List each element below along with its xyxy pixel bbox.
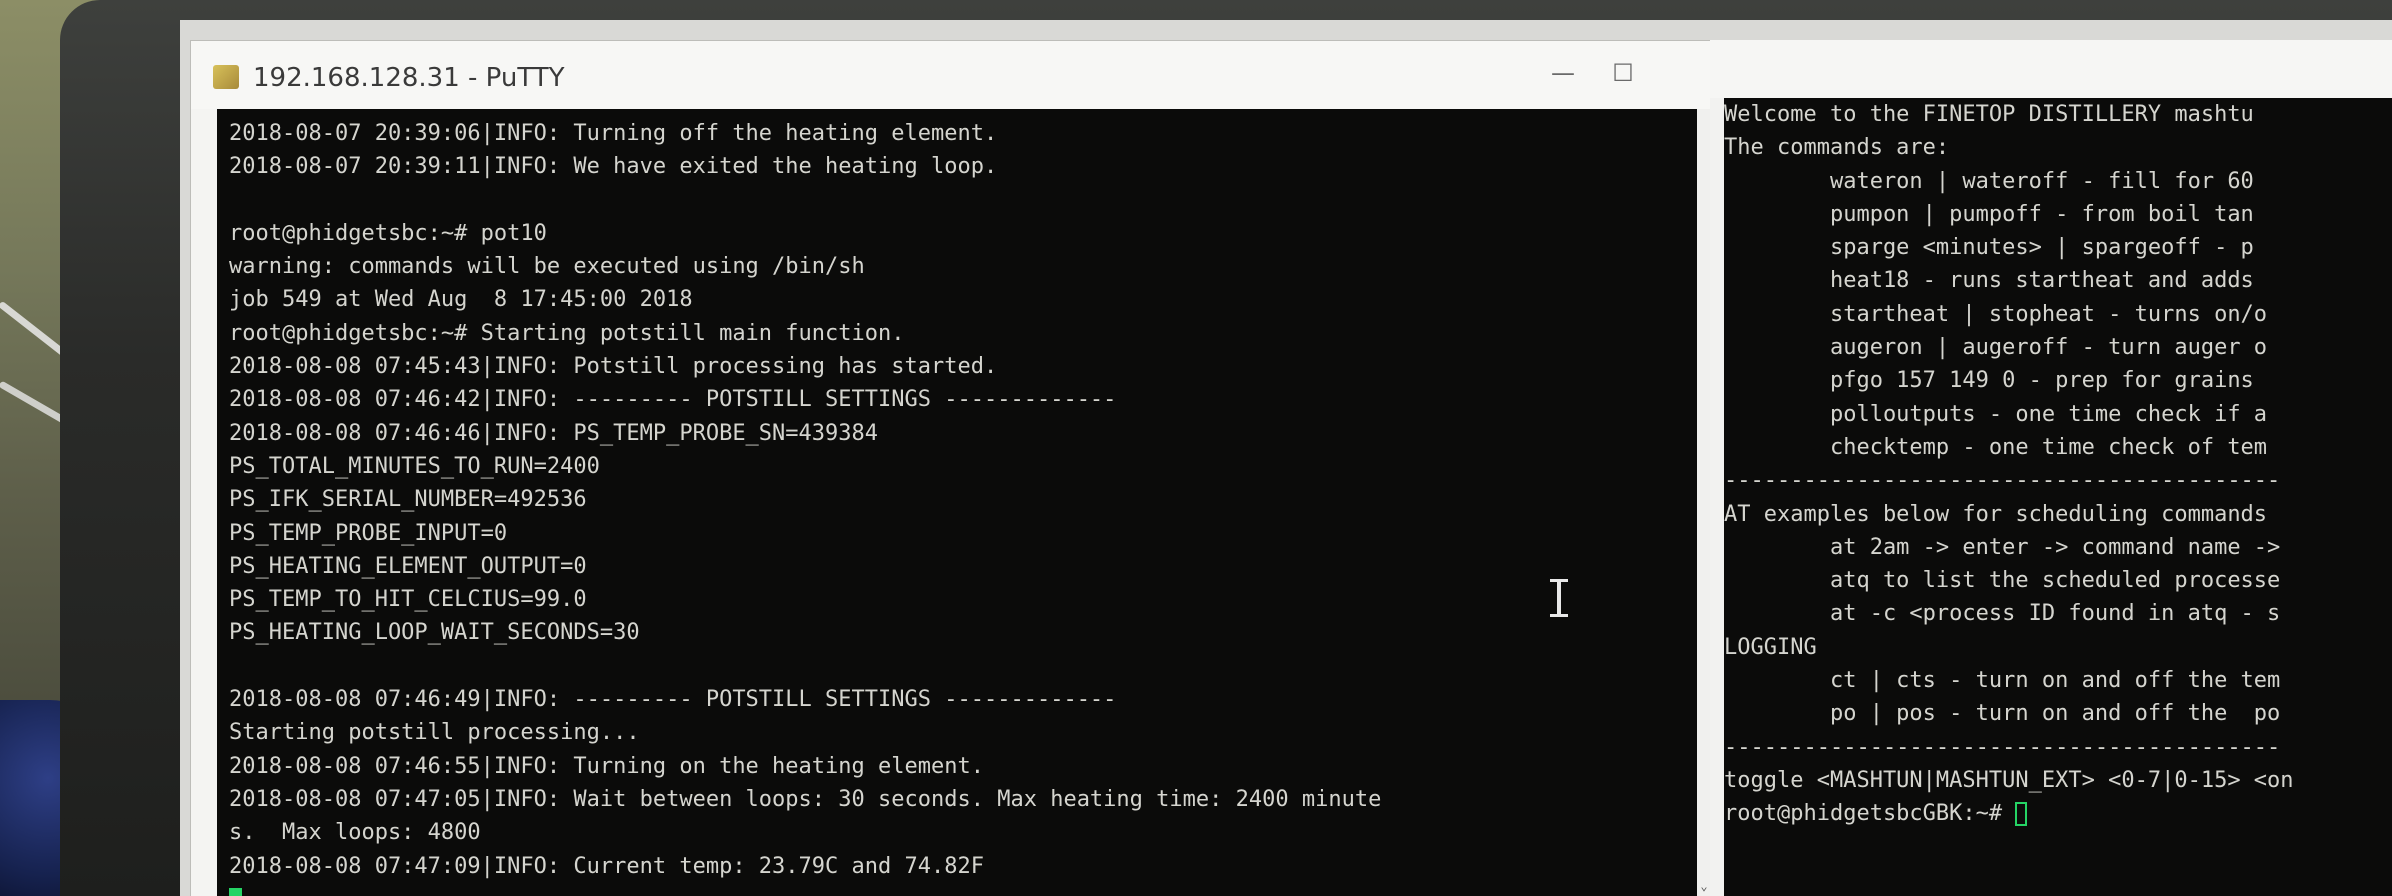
terminal-line-text: at -c <process ID found in atq - s: [1724, 601, 2281, 627]
terminal-line: Starting potstill processing...: [229, 720, 640, 746]
terminal-line-text: pfgo 157 149 0 - prep for grains: [1724, 368, 2254, 394]
terminal-line: 2018-08-07 20:39:06|INFO: Turning off th…: [229, 121, 998, 146]
terminal-line: polloutputs - one time check if a: [1724, 398, 2294, 431]
terminal-line: at 2am -> enter -> command name ->: [1724, 531, 2294, 564]
second-terminal-window[interactable]: Welcome to the FINETOP DISTILLERY mashtu…: [1710, 40, 2392, 896]
terminal-line: ct | cts - turn on and off the tem: [1724, 664, 2294, 697]
terminal-line-text: startheat | stopheat - turns on/o: [1724, 301, 2268, 327]
putty-window[interactable]: 192.168.128.31 - PuTTY — ☐ 2018-08-07 20…: [190, 40, 1712, 896]
terminal-line: checktemp - one time check of tem: [1724, 431, 2294, 464]
terminal-line: root@phidgetsbcGBK:~#: [1724, 797, 2294, 830]
title-bar[interactable]: [1710, 40, 2392, 98]
title-bar[interactable]: 192.168.128.31 - PuTTY — ☐: [191, 41, 1711, 109]
minimize-button[interactable]: —: [1541, 55, 1585, 91]
terminal-line: 2018-08-08 07:46:46|INFO: PS_TEMP_PROBE_…: [229, 420, 879, 446]
terminal-line: sparge <minutes> | spargeoff - p: [1724, 231, 2294, 264]
terminal-line: PS_TOTAL_MINUTES_TO_RUN=2400: [229, 453, 600, 479]
terminal-line: The commands are:: [1724, 131, 2294, 164]
terminal-line: job 549 at Wed Aug 8 17:45:00 2018: [229, 287, 693, 313]
terminal-line: pumpon | pumpoff - from boil tan: [1724, 198, 2294, 231]
terminal-line-text: LOGGING: [1724, 634, 1817, 660]
terminal-cursor: [229, 887, 242, 896]
terminal-output[interactable]: 2018-08-07 20:39:06|INFO: Turning off th…: [217, 109, 1697, 896]
window-title: 192.168.128.31 - PuTTY: [253, 63, 565, 93]
scroll-down-icon[interactable]: ⌄: [1697, 877, 1711, 895]
terminal-line: po | pos - turn on and off the po: [1724, 697, 2294, 730]
terminal-line: heat18 - runs startheat and adds: [1724, 264, 2294, 297]
terminal-line-text: ct | cts - turn on and off the tem: [1724, 668, 2281, 694]
terminal-line: PS_HEATING_ELEMENT_OUTPUT=0: [229, 553, 587, 579]
vertical-scrollbar[interactable]: ⌄: [1697, 109, 1711, 896]
terminal-line: 2018-08-08 07:46:55|INFO: Turning on the…: [229, 753, 984, 779]
terminal-line: augeron | augeroff - turn auger o: [1724, 331, 2294, 364]
terminal-line: toggle <MASHTUN|MASHTUN_EXT> <0-7|0-15> …: [1724, 764, 2294, 797]
terminal-line: 2018-08-08 07:45:43|INFO: Potstill proce…: [229, 354, 998, 380]
terminal-line: PS_IFK_SERIAL_NUMBER=492536: [229, 487, 587, 513]
terminal-line-text: root@phidgetsbcGBK:~#: [1724, 801, 2016, 827]
terminal-line: Welcome to the FINETOP DISTILLERY mashtu: [1724, 98, 2294, 131]
terminal-line-text: ----------------------------------------…: [1724, 468, 2281, 494]
terminal-line: ----------------------------------------…: [1724, 464, 2294, 497]
terminal-line: PS_HEATING_LOOP_WAIT_SECONDS=30: [229, 620, 640, 646]
terminal-lines: Welcome to the FINETOP DISTILLERY mashtu…: [1724, 98, 2294, 831]
terminal-line-text: heat18 - runs startheat and adds: [1724, 268, 2254, 294]
terminal-line: root@phidgetsbc:~# pot10: [229, 220, 547, 246]
putty-app-icon: [213, 65, 239, 89]
terminal-line: pfgo 157 149 0 - prep for grains: [1724, 364, 2294, 397]
terminal-line: at -c <process ID found in atq - s: [1724, 597, 2294, 630]
terminal-output[interactable]: Welcome to the FINETOP DISTILLERY mashtu…: [1724, 98, 2392, 896]
terminal-line: startheat | stopheat - turns on/o: [1724, 298, 2294, 331]
terminal-line: PS_TEMP_PROBE_INPUT=0: [229, 520, 508, 546]
terminal-line: warning: commands will be executed using…: [229, 254, 865, 280]
monitor-screen: 192.168.128.31 - PuTTY — ☐ 2018-08-07 20…: [180, 20, 2392, 896]
terminal-line: atq to list the scheduled processe: [1724, 564, 2294, 597]
terminal-line: 2018-08-07 20:39:11|INFO: We have exited…: [229, 154, 998, 180]
terminal-line: [229, 883, 1381, 896]
terminal-line-text: Welcome to the FINETOP DISTILLERY mashtu: [1724, 102, 2254, 127]
terminal-line: LOGGING: [1724, 631, 2294, 664]
terminal-line-text: wateron | wateroff - fill for 60: [1724, 168, 2254, 194]
terminal-line: 2018-08-08 07:46:49|INFO: --------- POTS…: [229, 687, 1117, 713]
terminal-line-text: ----------------------------------------…: [1724, 734, 2281, 760]
terminal-lines: 2018-08-07 20:39:06|INFO: Turning off th…: [229, 117, 1381, 896]
terminal-line-text: toggle <MASHTUN|MASHTUN_EXT> <0-7|0-15> …: [1724, 767, 2294, 793]
terminal-line: 2018-08-08 07:47:05|INFO: Wait between l…: [229, 786, 1382, 812]
terminal-cursor: [2015, 802, 2028, 827]
terminal-line-text: augeron | augeroff - turn auger o: [1724, 335, 2268, 361]
terminal-line: AT examples below for scheduling command…: [1724, 498, 2294, 531]
text-cursor-icon: [1550, 579, 1568, 617]
terminal-line-text: atq to list the scheduled processe: [1724, 568, 2281, 594]
terminal-line: ----------------------------------------…: [1724, 731, 2294, 764]
terminal-line: wateron | wateroff - fill for 60: [1724, 165, 2294, 198]
terminal-line-text: pumpon | pumpoff - from boil tan: [1724, 201, 2254, 227]
terminal-line: s. Max loops: 4800: [229, 820, 481, 846]
terminal-line-text: sparge <minutes> | spargeoff - p: [1724, 235, 2254, 261]
terminal-line: root@phidgetsbc:~# Starting potstill mai…: [229, 320, 905, 346]
terminal-line-text: at 2am -> enter -> command name ->: [1724, 534, 2281, 560]
terminal-line-text: po | pos - turn on and off the po: [1724, 701, 2281, 727]
terminal-line-text: AT examples below for scheduling command…: [1724, 501, 2268, 527]
terminal-line: 2018-08-08 07:46:42|INFO: --------- POTS…: [229, 387, 1117, 413]
terminal-line-text: checktemp - one time check of tem: [1724, 434, 2268, 460]
terminal-line-text: polloutputs - one time check if a: [1724, 401, 2268, 427]
terminal-line-text: The commands are:: [1724, 135, 1950, 161]
terminal-line: 2018-08-08 07:47:09|INFO: Current temp: …: [229, 853, 984, 879]
maximize-button[interactable]: ☐: [1601, 55, 1645, 91]
terminal-line: PS_TEMP_TO_HIT_CELCIUS=99.0: [229, 587, 587, 613]
